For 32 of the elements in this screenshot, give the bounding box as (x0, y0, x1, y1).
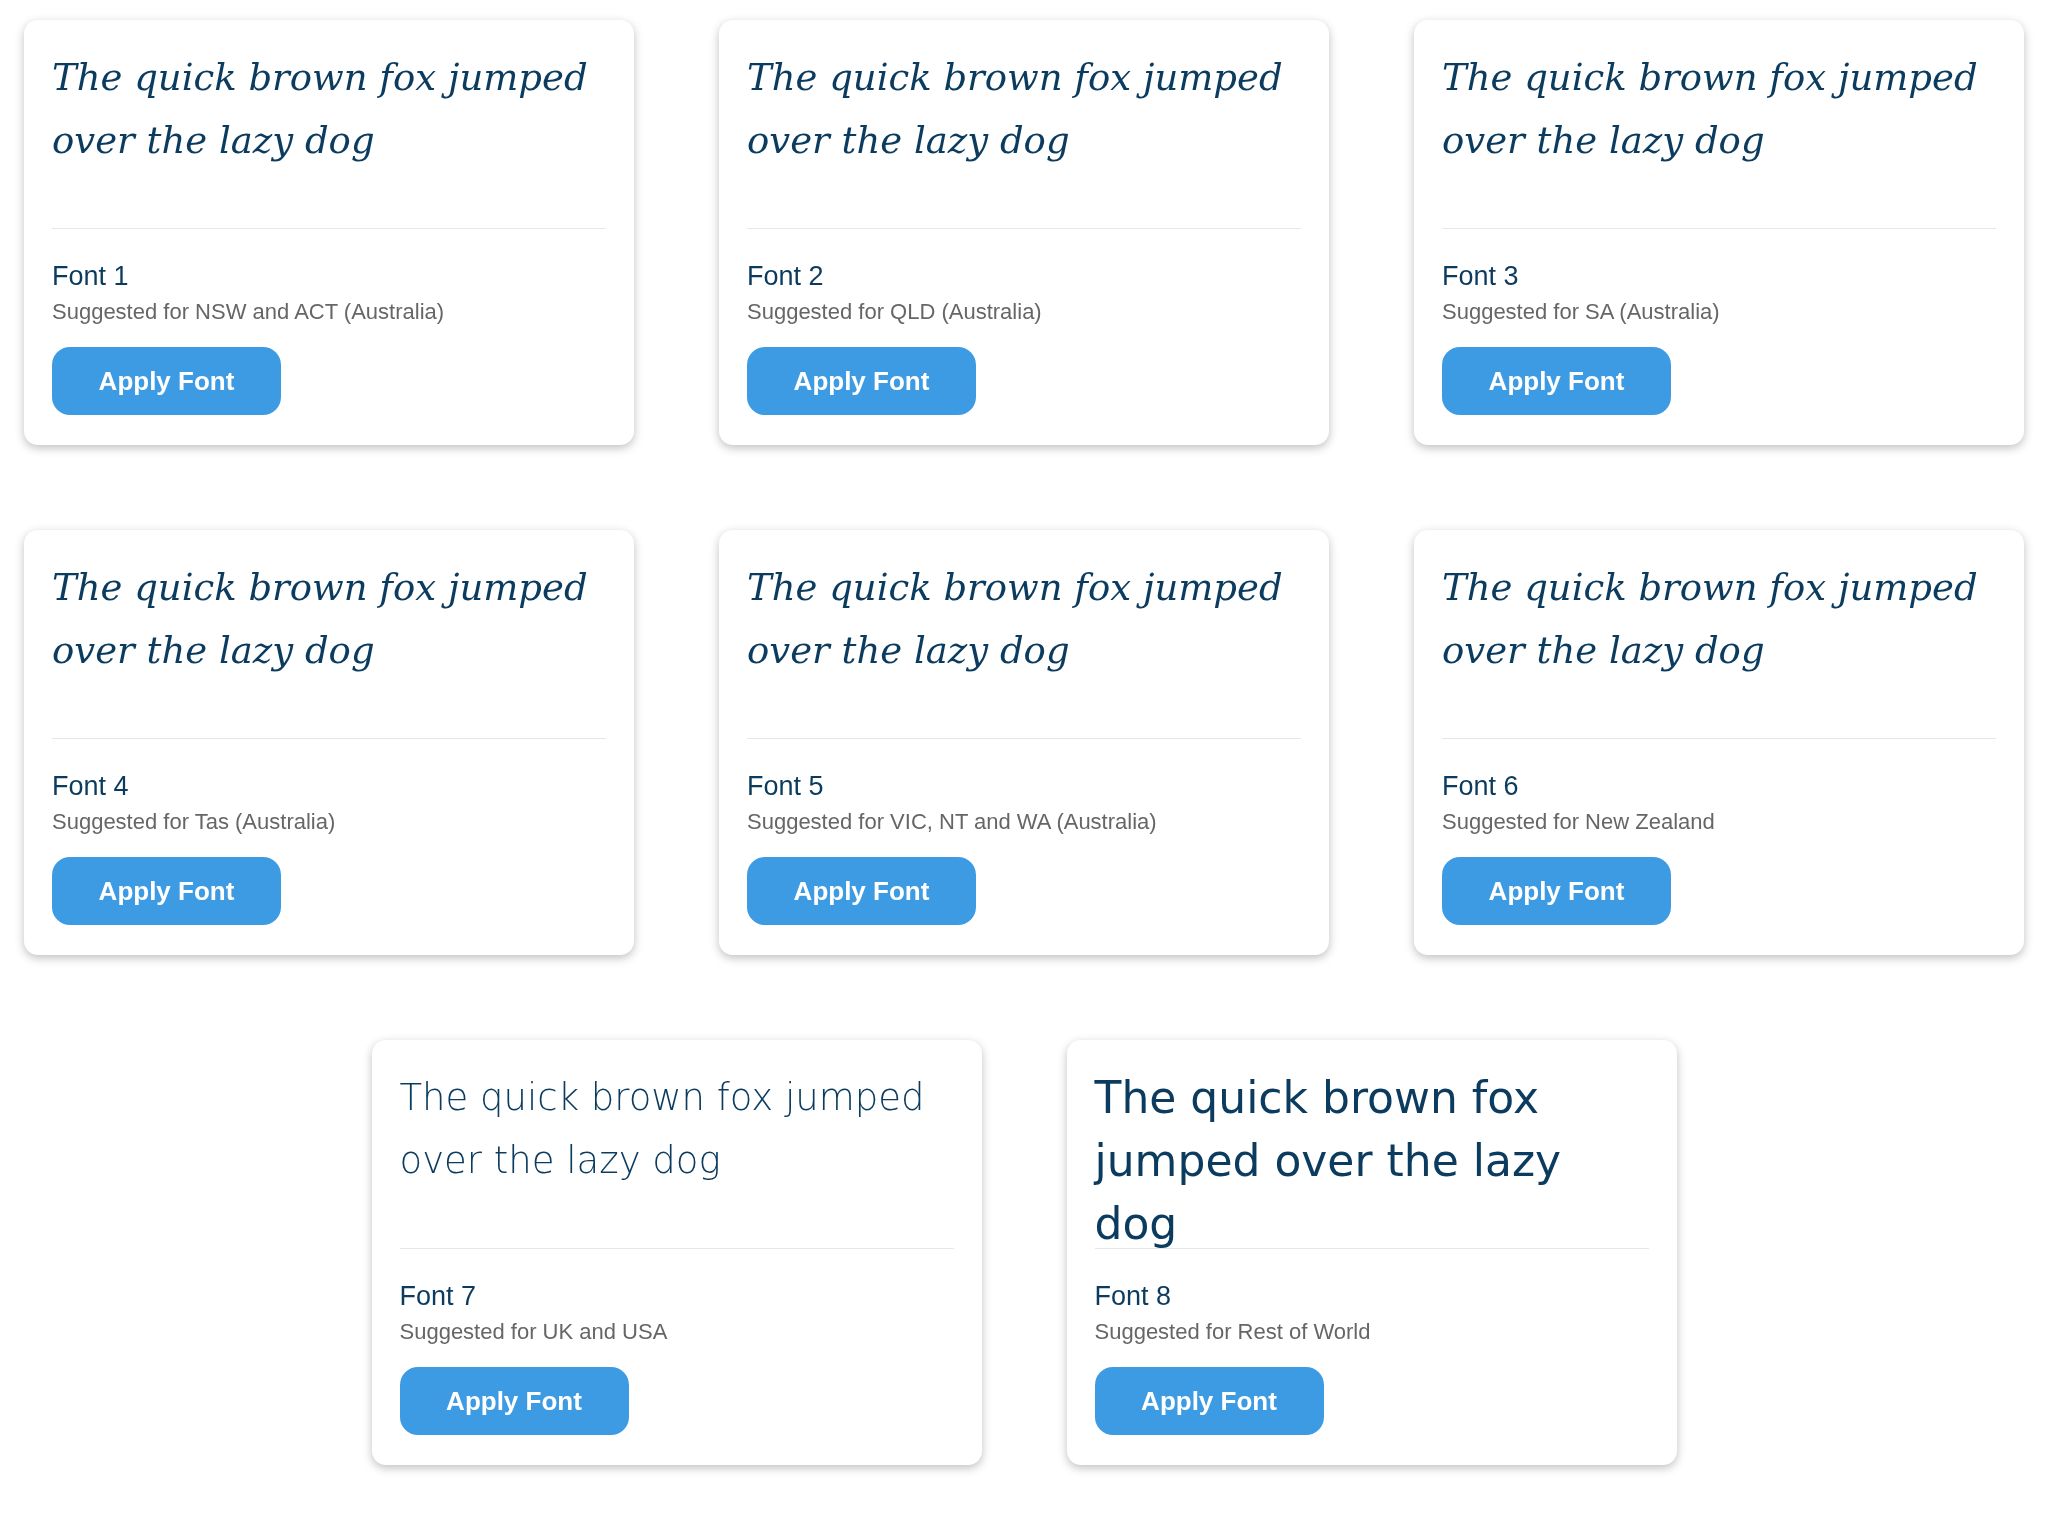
font-suggestion: Suggested for NSW and ACT (Australia) (52, 298, 446, 326)
font-name: Font 3 (1442, 260, 1520, 293)
font-suggestion: Suggested for UK and USA (399, 1318, 669, 1346)
font-name: Font 1 (52, 260, 130, 293)
font-name: Font 5 (747, 770, 825, 803)
font-name: Font 4 (52, 770, 130, 803)
apply-font-button[interactable]: Apply Font (1094, 1367, 1324, 1435)
font-suggestion: Suggested for SA (Australia) (1442, 298, 1721, 326)
sample-text: The quick brown fox jumped over the lazy dog (1442, 565, 1979, 674)
apply-font-button[interactable]: Apply Font (52, 347, 281, 415)
sample-text: The quick brown fox jumped over the lazy dog (747, 565, 1284, 674)
font-name: Font 2 (747, 260, 825, 293)
font-name: Font 8 (1094, 1280, 1173, 1313)
sample-text: The quick brown fox jumped over the lazy dog (399, 1075, 926, 1184)
apply-font-button[interactable]: Apply Font (747, 857, 976, 925)
apply-font-button[interactable]: Apply Font (399, 1367, 629, 1435)
font-suggestion: Suggested for VIC, NT and WA (Australia) (747, 808, 1158, 836)
apply-font-button[interactable]: Apply Font (1442, 347, 1671, 415)
font-suggestion: Suggested for QLD (Australia) (747, 298, 1043, 326)
font-suggestion: Suggested for Tas (Australia) (52, 808, 337, 836)
apply-font-button[interactable]: Apply Font (1442, 857, 1671, 925)
font-name: Font 6 (1442, 770, 1520, 803)
sample-text: The quick brown fox jumped over the lazy dog (52, 565, 589, 674)
font-suggestion: Suggested for Rest of World (1094, 1318, 1372, 1346)
sample-text: The quick brown fox jumped over the lazy dog (1442, 55, 1979, 164)
font-name: Font 7 (399, 1280, 478, 1313)
font-suggestion: Suggested for New Zealand (1442, 808, 1716, 836)
apply-font-button[interactable]: Apply Font (747, 347, 976, 415)
sample-text: The quick brown fox jumped over the lazy dog (747, 55, 1284, 164)
apply-font-button[interactable]: Apply Font (52, 857, 281, 925)
sample-text: The quick brown fox jumped over the lazy dog (1094, 1071, 1562, 1251)
sample-text: The quick brown fox jumped over the lazy dog (52, 55, 589, 164)
